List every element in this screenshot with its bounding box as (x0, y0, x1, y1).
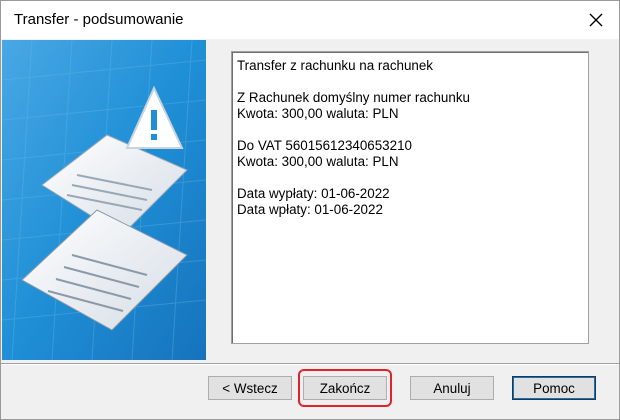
close-button[interactable] (573, 1, 619, 39)
summary-line: Kwota: 300,00 waluta: PLN (237, 106, 399, 121)
summary-line (237, 170, 583, 186)
summary-line (237, 122, 583, 138)
summary-text-box[interactable]: Transfer z rachunku na rachunek Z Rachun… (231, 51, 589, 344)
title-bar: Transfer - podsumowanie (1, 1, 619, 39)
button-separator (1, 363, 619, 365)
summary-line: Kwota: 300,00 waluta: PLN (237, 154, 399, 169)
wizard-side-illustration (2, 40, 206, 360)
summary-line: Z Rachunek domyślny numer rachunku (237, 90, 470, 105)
window-title: Transfer - podsumowanie (14, 11, 184, 28)
summary-line: Data wypłaty: 01-06-2022 (237, 186, 390, 201)
close-icon (589, 13, 603, 27)
wizard-dialog: Transfer - podsumowanie Transfer z rachu… (0, 0, 620, 420)
cancel-button[interactable]: Anuluj (410, 376, 494, 400)
summary-line: Do VAT 56015612340653210 (237, 138, 412, 153)
documents-warning-illustration (2, 40, 206, 360)
summary-line (237, 74, 583, 90)
help-button[interactable]: Pomoc (512, 376, 596, 400)
summary-line: Data wpłaty: 01-06-2022 (237, 202, 383, 217)
finish-button-highlight (298, 369, 392, 407)
back-button[interactable]: < Wstecz (208, 376, 292, 400)
summary-line: Transfer z rachunku na rachunek (237, 58, 434, 73)
